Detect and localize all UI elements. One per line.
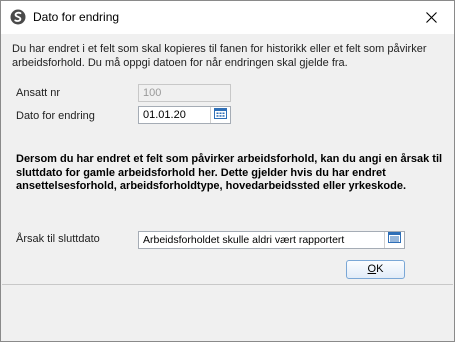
end-reason-field[interactable]: Arbeidsforholdet skulle aldri vært rappo… <box>138 231 405 249</box>
end-reason-value: Arbeidsforholdet skulle aldri vært rappo… <box>143 234 345 246</box>
employee-no-field: 100 <box>138 84 231 102</box>
employee-no-value: 100 <box>143 87 162 99</box>
calendar-icon <box>214 107 227 124</box>
change-date-field[interactable]: 01.01.20 <box>138 106 231 124</box>
dialog-footer <box>2 285 453 341</box>
dialog-title: Dato for endring <box>33 10 120 24</box>
warning-text: Dersom du har endret et felt som påvirke… <box>16 153 443 193</box>
end-reason-label: Årsak til sluttdato <box>16 233 100 245</box>
ok-mnemonic: O <box>367 263 377 275</box>
change-date-label: Dato for endring <box>16 110 95 122</box>
close-icon <box>425 12 437 23</box>
date-picker-button[interactable] <box>210 107 230 123</box>
intro-text: Du har endret i et felt som skal kopiere… <box>12 43 427 69</box>
dialog-content: Du har endret i et felt som skal kopiere… <box>2 34 453 285</box>
ok-label-rest: K <box>376 263 384 275</box>
change-date-value: 01.01.20 <box>143 109 186 121</box>
dialog-window: Dato for endring Du har endret i et felt… <box>0 0 455 342</box>
ok-button[interactable]: OK <box>346 260 405 279</box>
end-reason-list-button[interactable] <box>384 232 404 248</box>
list-icon <box>388 232 401 248</box>
close-button[interactable] <box>408 1 454 34</box>
app-logo-icon <box>10 9 26 25</box>
title-bar: Dato for endring <box>1 1 454 34</box>
employee-no-label: Ansatt nr <box>16 87 61 99</box>
